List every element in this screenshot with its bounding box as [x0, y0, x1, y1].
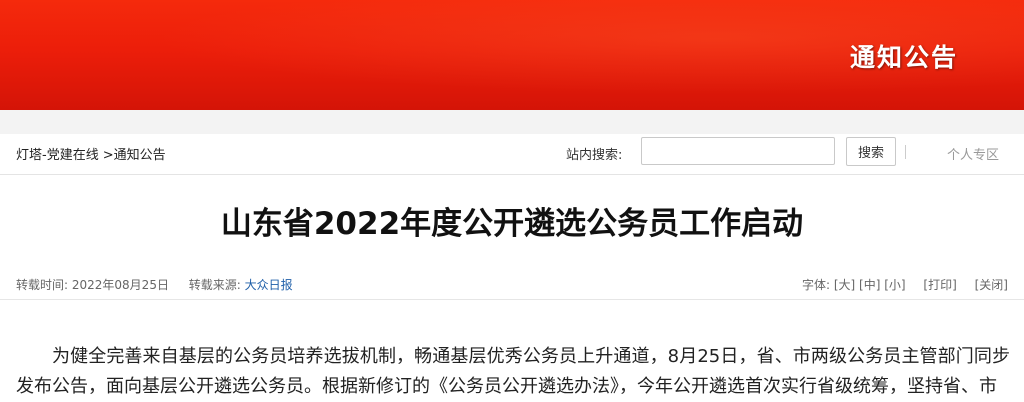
breadcrumb-home-link[interactable]: 灯塔-党建在线 [16, 148, 99, 163]
repost-time-label: 转载时间: [16, 278, 69, 292]
font-medium-button[interactable]: [中] [859, 278, 880, 292]
article-title: 山东省2022年度公开遴选公务员工作启动 [220, 206, 804, 242]
repost-time-value: 2022年08月25日 [71, 278, 169, 292]
section-title: 通知公告 [849, 43, 958, 72]
font-small-button[interactable]: [小] [884, 278, 905, 292]
header-gap [0, 110, 1024, 134]
article-body: 为健全完善来自基层的公务员培养选拔机制，畅通基层优秀公务员上升通道，8月25日，… [16, 346, 1010, 397]
header-banner: 通知公告 [0, 0, 1024, 110]
font-large-button[interactable]: [大] [834, 278, 855, 292]
close-button[interactable]: [关闭] [975, 278, 1008, 292]
nav-divider [905, 145, 906, 159]
print-button[interactable]: [打印] [923, 278, 956, 292]
article-meta-row: 转载时间: 2022年08月25日 转载来源: 大众日报 字体: [大] [中]… [0, 268, 1024, 300]
breadcrumb: 灯塔-党建在线 >通知公告 [16, 144, 170, 163]
font-size-label: 字体: [801, 278, 830, 292]
repost-source-link[interactable]: 大众日报 [245, 278, 293, 292]
repost-source-label: 转载来源: [188, 278, 241, 292]
search-label: 站内搜索: [566, 148, 623, 163]
article-meta: 转载时间: 2022年08月25日 转载来源: 大众日报 [16, 276, 293, 293]
search-button[interactable]: 搜索 [846, 137, 896, 166]
article-tools: 字体: [大] [中] [小] [打印] [关闭] [802, 276, 1008, 293]
navigation-bar: 灯塔-党建在线 >通知公告 站内搜索: 搜索 个人专区 [0, 134, 1024, 175]
personal-area-link[interactable]: 个人专区 [947, 144, 999, 163]
breadcrumb-current-link[interactable]: >通知公告 [103, 148, 166, 163]
search-input[interactable] [641, 137, 835, 165]
